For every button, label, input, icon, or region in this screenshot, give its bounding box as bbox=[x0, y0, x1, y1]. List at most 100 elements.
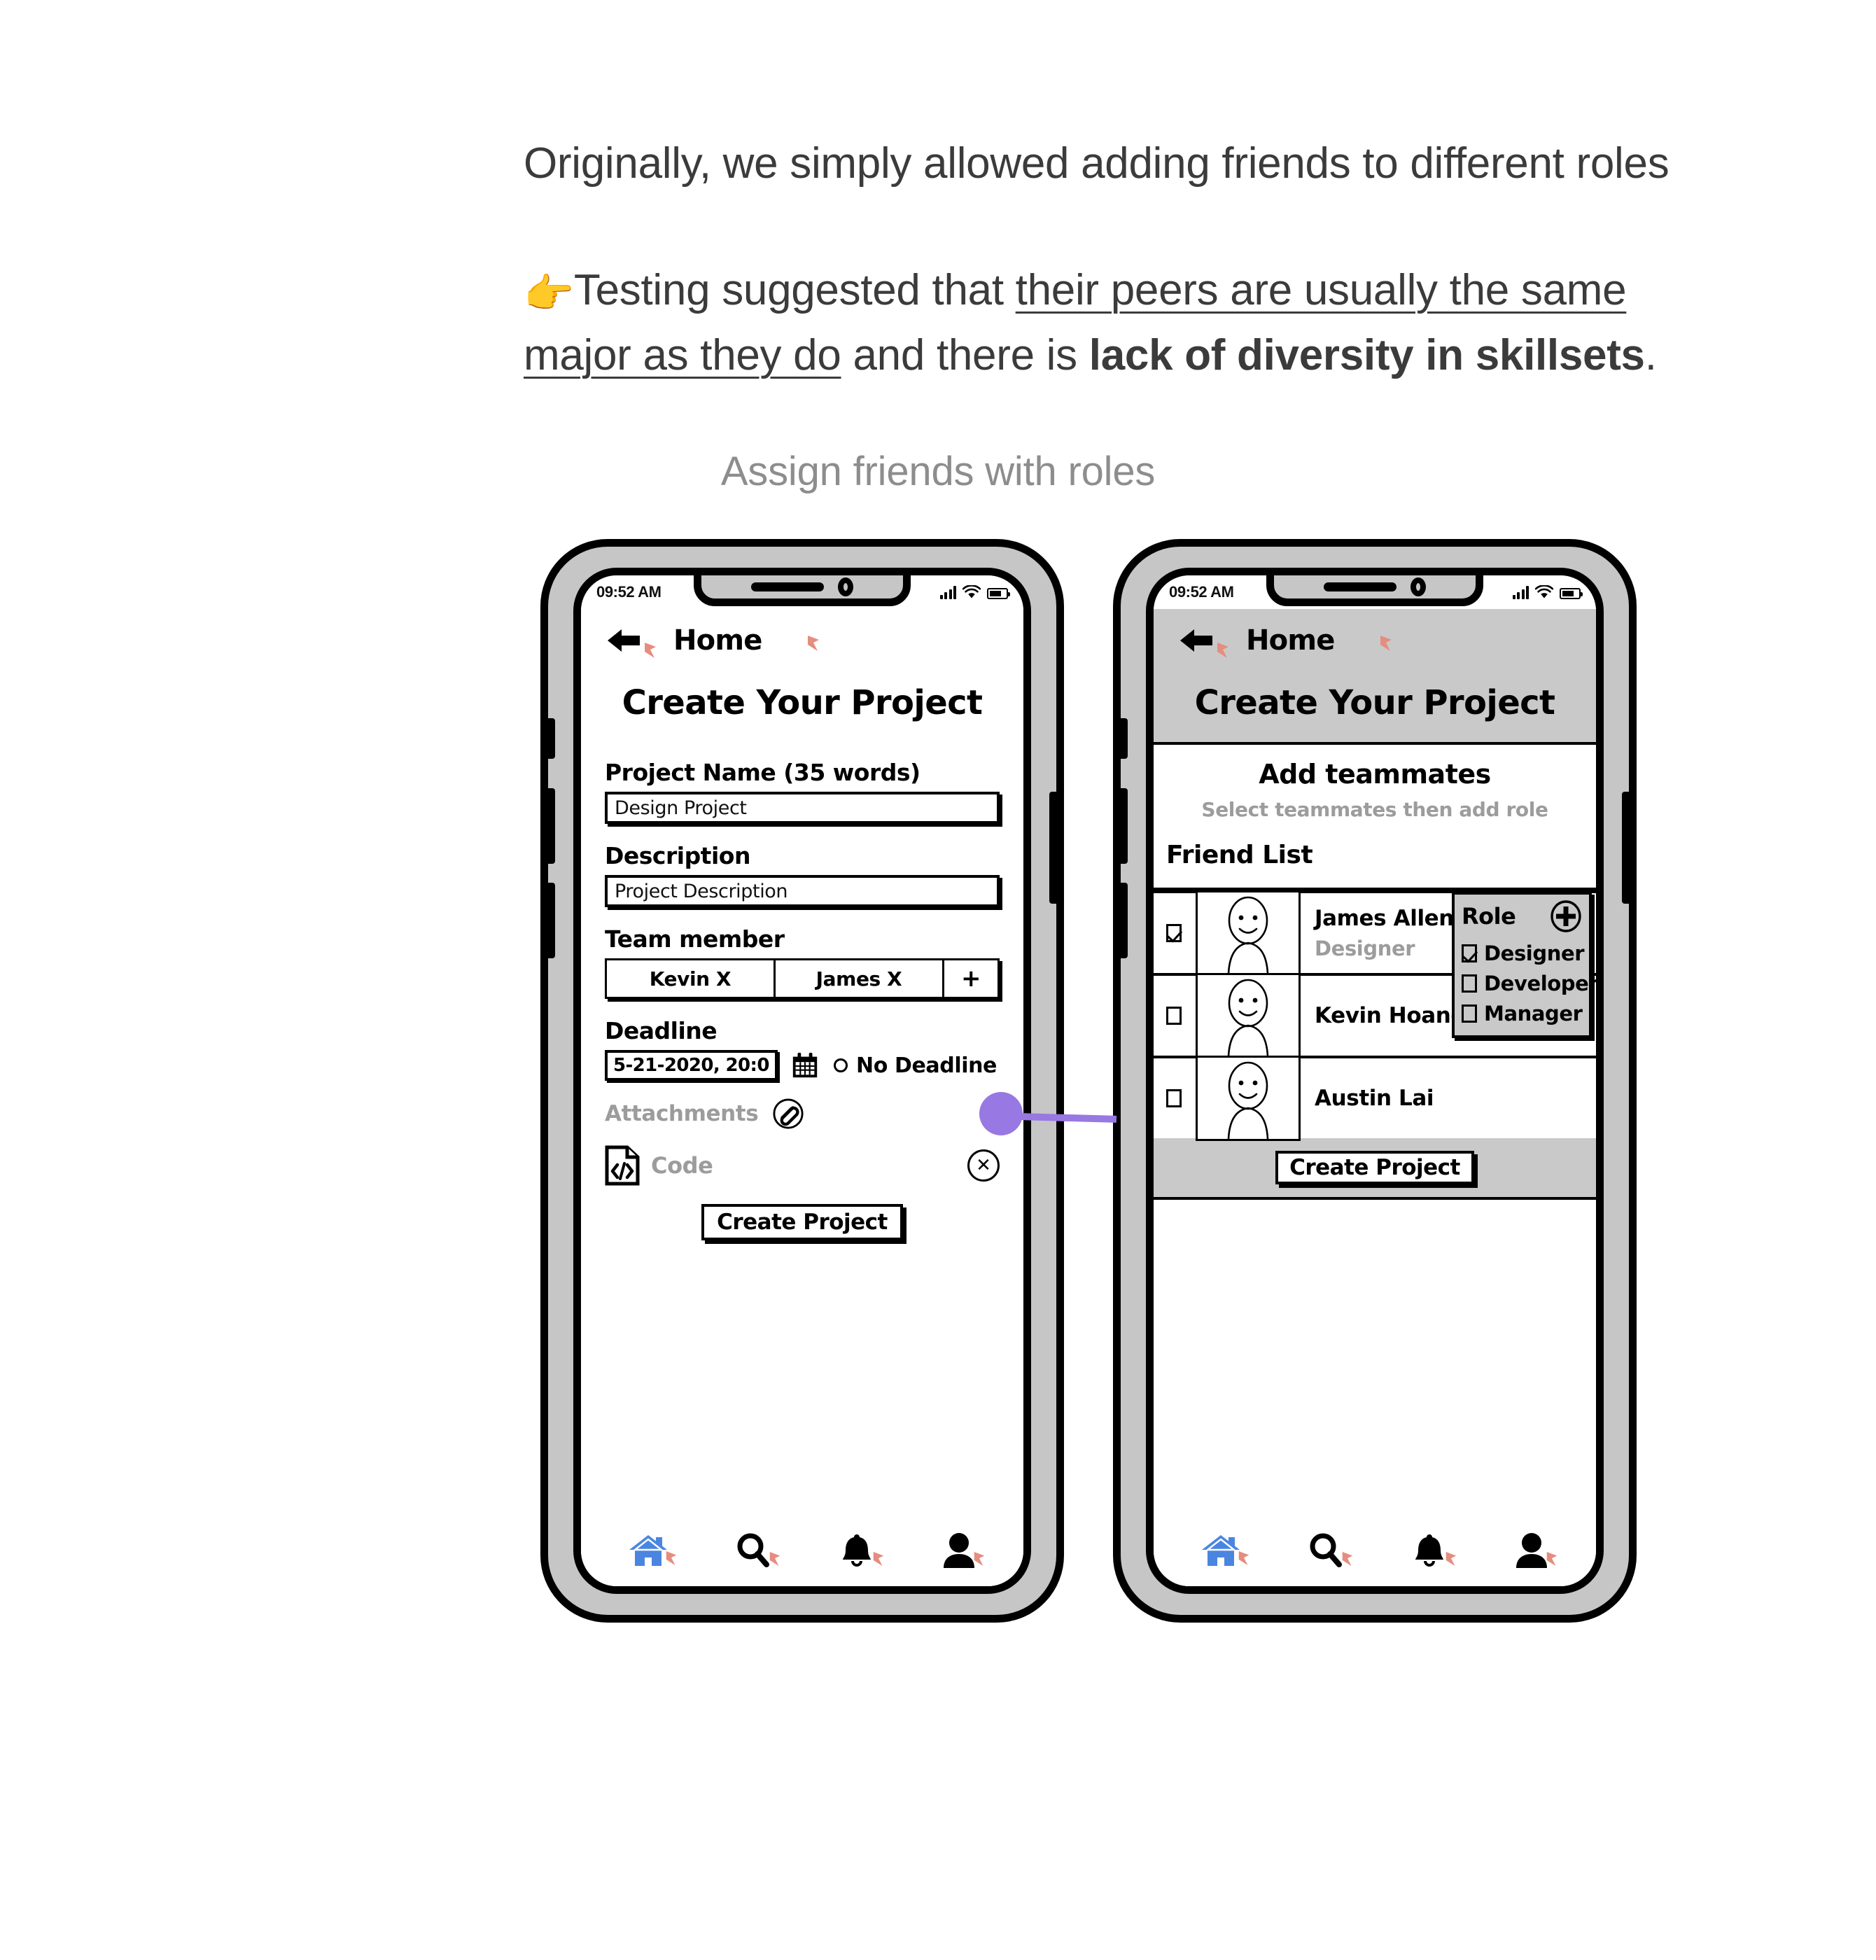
signal-bars-icon bbox=[939, 585, 956, 599]
team-chip-2[interactable]: James X bbox=[776, 960, 944, 997]
project-name-input[interactable]: Design Project bbox=[605, 792, 1000, 824]
app-content: Home Create Your Project Project Name (3… bbox=[581, 609, 1023, 1586]
team-member-label: Team member bbox=[605, 925, 785, 953]
person-icon bbox=[1516, 1533, 1547, 1568]
avatar bbox=[1196, 890, 1301, 976]
role-panel-title: Role bbox=[1462, 903, 1516, 930]
annotation-flag-icon bbox=[1545, 1550, 1559, 1571]
mute-switch-button[interactable] bbox=[545, 718, 555, 759]
copy-line-2: 👉Testing suggested that their peers are … bbox=[524, 258, 1700, 388]
role-checkbox[interactable] bbox=[1462, 944, 1477, 962]
role-option-developer[interactable]: Developer bbox=[1455, 965, 1596, 995]
description-input[interactable]: Project Description bbox=[605, 875, 1000, 907]
phone-screen: 09:52 AM bbox=[1154, 575, 1596, 1586]
copy-bold-fragment: lack of diversity in skillsets bbox=[1088, 331, 1645, 380]
battery-icon bbox=[1560, 588, 1583, 599]
bell-icon bbox=[843, 1534, 871, 1567]
volume-down-button[interactable] bbox=[1118, 883, 1128, 958]
volume-up-button[interactable] bbox=[1118, 788, 1128, 864]
add-teammates-title: Add teammates bbox=[1259, 759, 1491, 790]
home-icon bbox=[1202, 1535, 1240, 1566]
x-circle-icon[interactable]: ✕ bbox=[967, 1149, 1000, 1182]
app-content: Home Create Your Project Add teammates S… bbox=[1154, 609, 1596, 1586]
notifications-tab[interactable] bbox=[1410, 1532, 1457, 1569]
status-bar: 09:52 AM bbox=[581, 575, 1023, 609]
back-arrow-icon[interactable] bbox=[605, 625, 644, 656]
no-deadline-radio[interactable] bbox=[833, 1058, 848, 1072]
project-name-value: Design Project bbox=[615, 797, 747, 819]
friend-checkbox[interactable] bbox=[1166, 924, 1182, 942]
profile-tab[interactable] bbox=[941, 1532, 985, 1569]
nav-title: Home bbox=[1246, 624, 1335, 657]
power-button[interactable] bbox=[1049, 792, 1059, 904]
nav-header: Home bbox=[581, 609, 1023, 661]
volume-up-button[interactable] bbox=[545, 788, 555, 864]
phone-bezel: 09:52 AM bbox=[573, 568, 1031, 1594]
person-icon bbox=[944, 1533, 974, 1568]
create-project-button[interactable]: Create Project bbox=[1275, 1151, 1474, 1184]
code-file-icon[interactable] bbox=[605, 1145, 640, 1186]
friend-name: James Allen bbox=[1315, 906, 1454, 931]
intro-copy: Originally, we simply allowed adding fri… bbox=[524, 136, 1756, 388]
add-team-member-button[interactable]: + bbox=[944, 960, 997, 997]
role-option-designer[interactable]: Designer bbox=[1455, 935, 1589, 965]
profile-tab[interactable] bbox=[1514, 1532, 1558, 1569]
friend-checkbox[interactable] bbox=[1166, 1089, 1182, 1107]
table-row[interactable]: Austin Lai bbox=[1154, 1056, 1596, 1141]
copy-fragment-end: . bbox=[1644, 331, 1657, 380]
paperclip-blocked-icon[interactable] bbox=[772, 1098, 804, 1130]
project-name-label: Project Name (35 words) bbox=[605, 759, 920, 786]
status-time: 09:52 AM bbox=[596, 583, 662, 601]
role-option-label: Manager bbox=[1484, 1002, 1583, 1026]
role-panel-header: Role bbox=[1455, 900, 1589, 935]
annotation-flag-icon bbox=[1340, 1550, 1354, 1571]
phone-mockup-left: 09:52 AM Home Create Your Project Projec… bbox=[540, 539, 1064, 1623]
friend-checkbox[interactable] bbox=[1166, 1007, 1182, 1025]
bell-icon bbox=[1415, 1534, 1443, 1567]
back-arrow-icon[interactable] bbox=[1177, 625, 1217, 656]
notifications-tab[interactable] bbox=[838, 1532, 884, 1569]
attachments-label: Attachments bbox=[605, 1101, 759, 1126]
copy-fragment-a: Testing suggested that bbox=[573, 265, 1016, 314]
annotation-flag-icon-2 bbox=[806, 634, 821, 652]
search-tab[interactable] bbox=[734, 1532, 780, 1569]
nav-title: Home bbox=[673, 624, 762, 657]
annotation-flag-icon-2 bbox=[1378, 634, 1394, 652]
calendar-icon[interactable] bbox=[790, 1051, 820, 1080]
deadline-value: 5-21-2020, 20:0 bbox=[613, 1055, 769, 1076]
mute-switch-button[interactable] bbox=[1118, 718, 1128, 759]
team-chip-1[interactable]: Kevin X bbox=[607, 960, 776, 997]
phone-mockup-right: 09:52 AM Home Create Your Project Add te… bbox=[1113, 539, 1637, 1623]
plus-circle-icon[interactable] bbox=[1550, 900, 1582, 932]
wifi-icon bbox=[1535, 585, 1553, 598]
deadline-label: Deadline bbox=[605, 1017, 718, 1044]
friend-name: Kevin Hoang bbox=[1315, 1003, 1466, 1028]
add-teammates-card: Add teammates Select teammates then add … bbox=[1154, 742, 1596, 890]
role-checkbox[interactable] bbox=[1462, 974, 1477, 993]
role-checkbox[interactable] bbox=[1462, 1004, 1477, 1023]
add-teammates-subtitle: Select teammates then add role bbox=[1201, 798, 1548, 821]
volume-down-button[interactable] bbox=[545, 883, 555, 958]
phone-bezel: 09:52 AM bbox=[1146, 568, 1604, 1594]
deadline-input[interactable]: 5-21-2020, 20:0 bbox=[605, 1050, 778, 1081]
home-tab[interactable] bbox=[628, 1532, 677, 1569]
home-icon bbox=[629, 1535, 667, 1566]
friend-list: James Allen Designer Kevin Hoang Austin … bbox=[1154, 890, 1596, 1141]
create-project-button[interactable]: Create Project bbox=[701, 1204, 903, 1240]
avatar bbox=[1196, 973, 1301, 1058]
annotation-connector-dot bbox=[979, 1092, 1023, 1135]
search-icon bbox=[737, 1533, 769, 1567]
code-file-label: Code bbox=[651, 1152, 713, 1179]
search-tab[interactable] bbox=[1307, 1532, 1353, 1569]
bottom-tab-bar bbox=[1154, 1525, 1596, 1586]
power-button[interactable] bbox=[1622, 792, 1632, 904]
annotation-flag-icon bbox=[1215, 641, 1231, 659]
role-option-manager[interactable]: Manager bbox=[1455, 995, 1589, 1026]
home-tab[interactable] bbox=[1200, 1532, 1250, 1569]
status-icons bbox=[939, 585, 1010, 599]
annotation-flag-icon bbox=[972, 1550, 986, 1571]
page-title: Create Your Project bbox=[622, 683, 983, 722]
pointing-hand-emoji-icon: 👉 bbox=[524, 270, 574, 316]
no-deadline-option[interactable]: No Deadline bbox=[833, 1054, 1000, 1078]
annotation-flag-icon bbox=[872, 1550, 886, 1571]
